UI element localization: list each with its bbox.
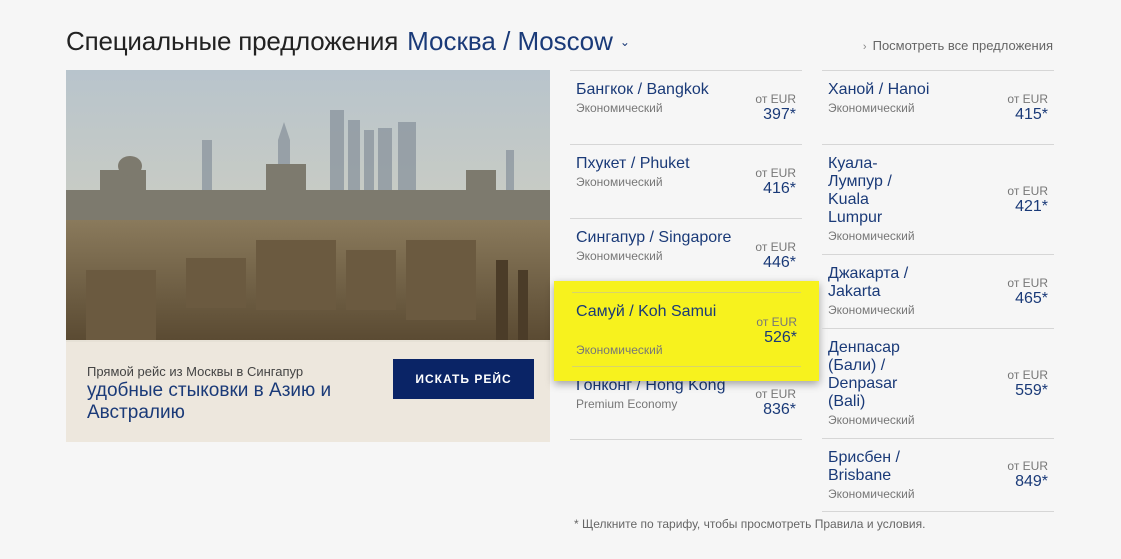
deal-price[interactable]: 416* (755, 180, 796, 198)
deal-price[interactable]: 559* (1007, 382, 1048, 400)
deal-price-block[interactable]: от EUR 836* (755, 387, 796, 419)
deal-price[interactable]: 446* (755, 254, 796, 272)
deal-from-label: от EUR (1007, 367, 1048, 382)
deals-column-left: Бангкок / Bangkok Экономический от EUR 3… (570, 70, 802, 440)
deal-class: Экономический (576, 343, 663, 357)
promo-panel: Прямой рейс из Москвы в Сингапур удобные… (66, 340, 550, 442)
deal-brisbane[interactable]: Брисбен / Brisbane Экономический от EUR … (822, 438, 1054, 512)
deals-column-right: Ханой / Hanoi Экономический от EUR 415* … (822, 70, 1054, 512)
deal-koh-samui-highlighted[interactable]: Самуй / Koh Samui Экономический от EUR 5… (554, 281, 819, 381)
deal-destination: Пхукет / Phuket (576, 155, 690, 172)
deal-phuket[interactable]: Пхукет / Phuket Экономический от EUR 416… (570, 144, 802, 218)
deal-denpasar[interactable]: Денпасар (Бали) / Denpasar (Bali) Эконом… (822, 328, 1054, 438)
deal-hanoi[interactable]: Ханой / Hanoi Экономический от EUR 415* (822, 70, 1054, 144)
deal-bangkok[interactable]: Бангкок / Bangkok Экономический от EUR 3… (570, 70, 802, 144)
deal-price[interactable]: 849* (1007, 473, 1048, 491)
deal-destination: Самуй / Koh Samui (576, 303, 717, 320)
deal-from-label: от EUR (1007, 275, 1048, 290)
terms-footnote: * Щелкните по тарифу, чтобы просмотреть … (574, 517, 926, 531)
section-header: Специальные предложения Москва / Moscow … (66, 26, 630, 60)
view-all-label: Посмотреть все предложения (872, 38, 1053, 53)
deal-class: Экономический (828, 413, 915, 427)
view-all-link[interactable]: › Посмотреть все предложения (863, 38, 1053, 53)
divider (572, 292, 801, 293)
deal-from-label: от EUR (755, 387, 796, 401)
deal-from-label: от EUR (755, 239, 796, 254)
deal-destination: Денпасар (Бали) / Denpasar (Bali) (828, 339, 900, 410)
deal-price-block[interactable]: от EUR 446* (755, 240, 796, 272)
deal-from-label: от EUR (756, 315, 797, 329)
deal-destination: Сингапур / Singapore (576, 229, 732, 246)
deal-destination: Ханой / Hanoi (828, 81, 930, 98)
deal-price-block[interactable]: от EUR 465* (1007, 276, 1048, 308)
divider (572, 366, 801, 367)
deal-price[interactable]: 526* (764, 329, 797, 347)
deal-from-label: от EUR (755, 165, 796, 180)
deal-price[interactable]: 415* (1007, 106, 1048, 124)
deal-from-label: от EUR (1007, 459, 1048, 473)
deal-price-block[interactable]: от EUR 416* (755, 166, 796, 198)
deal-destination: Джакарта / Jakarta (828, 265, 909, 300)
deal-from-label: от EUR (755, 91, 796, 106)
deal-from-label: от EUR (1007, 91, 1048, 106)
chevron-down-icon[interactable]: ⌄ (620, 35, 630, 49)
chevron-right-icon: › (862, 41, 867, 53)
deal-price[interactable]: 465* (1007, 290, 1048, 308)
deal-price-block[interactable]: от EUR 559* (1007, 368, 1048, 400)
search-flight-button[interactable]: ИСКАТЬ РЕЙС (393, 359, 534, 399)
deal-price[interactable]: 421* (1007, 198, 1048, 216)
deal-price-block[interactable]: от EUR 415* (1007, 92, 1048, 124)
promo-headline: удобные стыковки в Азию и Австралию (87, 380, 332, 423)
city-skyline-image (66, 70, 550, 342)
deal-class: Экономический (828, 229, 915, 243)
deal-destination: Бангкок / Bangkok (576, 81, 709, 98)
deal-price-block[interactable]: от EUR 421* (1007, 184, 1048, 216)
deal-destination: Брисбен / Brisbane (828, 449, 900, 484)
deal-kuala-lumpur[interactable]: Куала-Лумпур / Kuala Lumpur Экономически… (822, 144, 1054, 254)
page-title: Специальные предложения (66, 26, 399, 56)
deal-jakarta[interactable]: Джакарта / Jakarta Экономический от EUR … (822, 254, 1054, 328)
city-selector[interactable]: Москва / Moscow (407, 26, 613, 57)
promo-subtitle: Прямой рейс из Москвы в Сингапур (87, 364, 304, 379)
deal-destination: Куала-Лумпур / Kuala Lumpur (828, 155, 892, 226)
deal-price[interactable]: 836* (755, 401, 796, 419)
deal-price[interactable]: 397* (755, 106, 796, 124)
deal-price-block[interactable]: от EUR 849* (1007, 459, 1048, 491)
deal-from-label: от EUR (1007, 183, 1048, 198)
deal-price-block[interactable]: от EUR 397* (755, 92, 796, 124)
hero-banner[interactable]: Прямой рейс из Москвы в Сингапур удобные… (66, 70, 550, 442)
